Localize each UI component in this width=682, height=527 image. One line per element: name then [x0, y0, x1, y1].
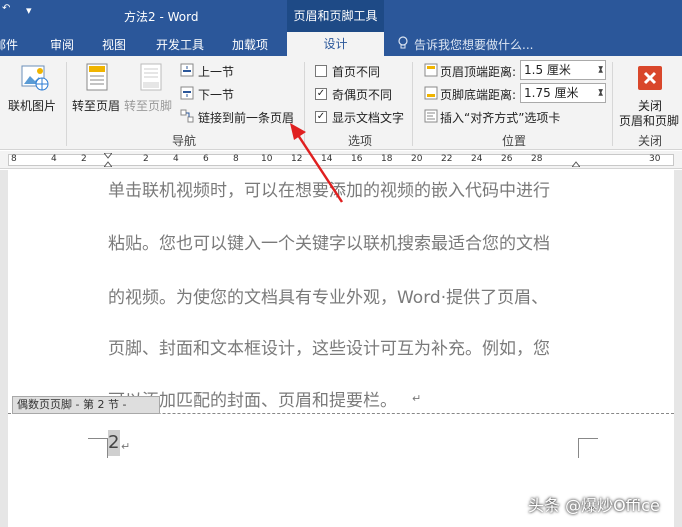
lightbulb-icon — [398, 36, 408, 49]
ruler-label: 26 — [501, 154, 513, 164]
group-label-close: 关闭 — [638, 134, 663, 148]
ruler-label: 4 — [51, 154, 57, 164]
footer-bottom-icon — [424, 86, 438, 100]
group-separator — [66, 62, 67, 146]
goto-footer-button[interactable]: 转至页脚 — [124, 97, 172, 114]
previous-section-icon — [180, 63, 194, 77]
quick-access-customize-icon[interactable]: ▾ — [26, 4, 32, 17]
paragraph-mark: ↵ — [412, 392, 422, 405]
body-line[interactable]: 页脚、封面和文本框设计，这些设计可互为补充。例如，您 — [108, 334, 550, 359]
goto-footer-icon — [140, 63, 162, 91]
title-bar: ↶ ▾ 方法2 - Word 页眉和页脚工具 — [0, 0, 682, 32]
online-picture-icon — [21, 65, 49, 91]
ruler-label: 16 — [351, 154, 363, 164]
group-separator — [412, 62, 413, 146]
group-label-options: 选项 — [348, 134, 373, 148]
ruler-label: 8 — [233, 154, 239, 164]
ruler-label: 2 — [143, 154, 149, 164]
ruler-label: 8 — [11, 154, 17, 164]
quick-access-undo-icon[interactable]: ↶ — [2, 3, 10, 14]
header-top-distance-input[interactable]: 1.5 厘米 ▲ ▼ — [520, 60, 606, 80]
spin-down-icon[interactable]: ▼ — [598, 83, 603, 101]
tab-developer[interactable]: 开发工具 — [156, 36, 204, 53]
ruler-label: 24 — [471, 154, 483, 164]
ruler-label: 4 — [173, 154, 179, 164]
header-top-distance-value: 1.5 厘米 — [524, 63, 571, 77]
body-line[interactable]: 粘贴。您也可以键入一个关键字以联机搜索最适合您的文档 — [108, 229, 550, 254]
close-icon — [638, 66, 662, 90]
tab-view[interactable]: 视图 — [102, 36, 126, 53]
tab-mailings[interactable]: 邮件 — [0, 36, 18, 53]
different-odd-even-label: 奇偶页不同 — [332, 88, 393, 102]
indent-marker-icon[interactable] — [104, 153, 112, 167]
footer-bottom-distance-input[interactable]: 1.75 厘米 ▲ ▼ — [520, 83, 606, 103]
insert-align-tab-icon — [424, 109, 438, 123]
ruler-label: 30 — [649, 154, 661, 164]
footer-bottom-distance-value: 1.75 厘米 — [524, 86, 579, 100]
previous-section-button[interactable]: 上一节 — [198, 63, 234, 80]
right-indent-marker-icon[interactable] — [572, 153, 580, 167]
paragraph-mark: ↵ — [121, 440, 131, 453]
header-top-label: 页眉顶端距离: — [440, 65, 517, 79]
insert-alignment-tab-button[interactable]: 插入“对齐方式”选项卡 — [440, 109, 560, 126]
footer-bottom-label: 页脚底端距离: — [440, 88, 517, 102]
different-first-page-checkbox[interactable] — [315, 65, 327, 77]
ruler-label: 2 — [81, 154, 87, 164]
footer-page-number[interactable]: 2 — [108, 430, 120, 456]
next-section-button[interactable]: 下一节 — [198, 86, 234, 103]
group-label-navigation: 导航 — [172, 134, 197, 148]
group-label-position: 位置 — [502, 134, 527, 148]
body-line[interactable]: 的视频。为使您的文档具有专业外观，Word·提供了页眉、 — [108, 283, 548, 308]
ruler-label: 28 — [531, 154, 543, 164]
ruler-label: 18 — [381, 154, 393, 164]
goto-header-icon — [86, 63, 108, 91]
link-previous-icon — [180, 109, 194, 123]
close-header-footer-button[interactable]: 页眉和页脚 — [619, 112, 679, 129]
ruler-label: 6 — [203, 154, 209, 164]
next-section-icon — [180, 86, 194, 100]
group-separator — [612, 62, 613, 146]
ruler-label: 22 — [441, 154, 453, 164]
watermark-text: 头条 @爆炒Office — [528, 496, 660, 515]
tell-me-search[interactable]: 告诉我您想要做什么... — [414, 36, 533, 53]
tab-review[interactable]: 审阅 — [50, 36, 74, 53]
margin-corner-mark — [578, 438, 598, 458]
goto-header-button[interactable]: 转至页眉 — [72, 97, 120, 114]
annotation-arrow-icon — [290, 123, 344, 203]
different-first-page-label: 首页不同 — [332, 65, 381, 79]
ruler-label: 10 — [261, 154, 273, 164]
tab-addins[interactable]: 加载项 — [232, 36, 268, 53]
ruler-label: 20 — [411, 154, 423, 164]
footer-section-tag: 偶数页页脚 - 第 2 节 - — [12, 396, 160, 414]
document-title: 方法2 - Word — [124, 10, 199, 24]
different-odd-even-checkbox[interactable]: ✓ — [315, 88, 327, 100]
margin-corner-mark — [88, 438, 108, 458]
header-top-icon — [424, 63, 438, 77]
spin-down-icon[interactable]: ▼ — [598, 60, 603, 78]
tab-design[interactable]: 设计 — [287, 32, 384, 57]
online-picture-button[interactable]: 联机图片 — [8, 97, 56, 114]
context-group-header-footer-tools: 页眉和页脚工具 — [287, 0, 384, 32]
